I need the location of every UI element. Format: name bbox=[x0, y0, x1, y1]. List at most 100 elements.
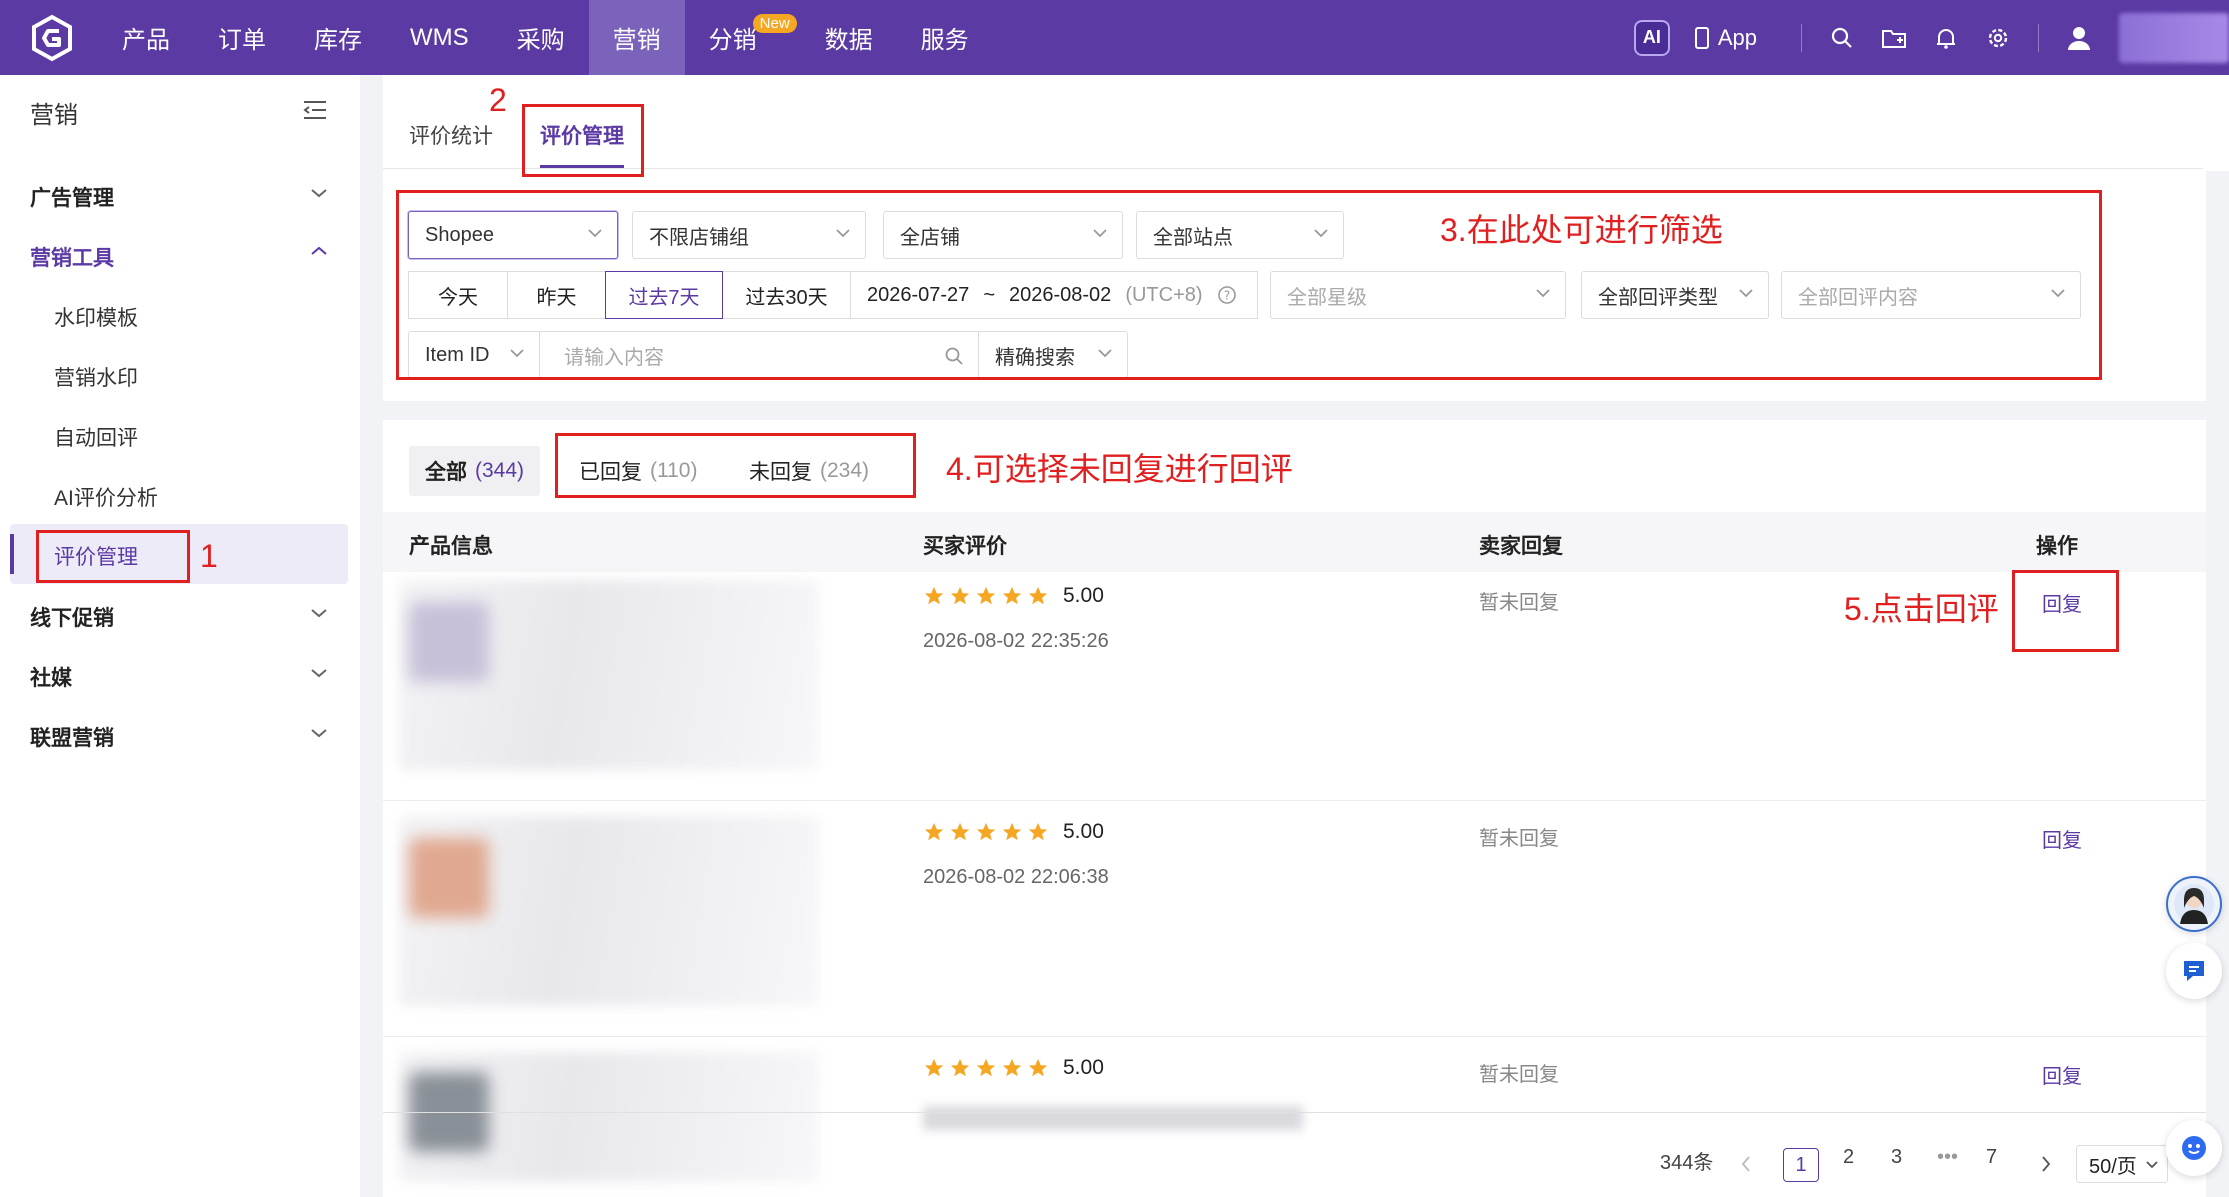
annotation-4: 4.可选择未回复进行回评 bbox=[946, 451, 1293, 487]
star-icon bbox=[924, 586, 944, 605]
nav-distribution[interactable]: 分销 New bbox=[685, 0, 801, 75]
date-last7-button[interactable]: 过去7天 bbox=[605, 271, 723, 319]
review-list-card: 全部 (344) 已回复 (110) 未回复 (234) 产品信息 买家评价 卖… bbox=[383, 420, 2206, 1197]
sidebar-item-watermark-template[interactable]: 水印模板 bbox=[54, 302, 138, 332]
sidebar: 营销 广告管理 营销工具 水印模板 营销水印 自动回评 AI评价分析 评价管理 … bbox=[0, 75, 360, 1197]
star-icon bbox=[924, 1058, 944, 1077]
chevron-down-icon[interactable] bbox=[310, 187, 328, 199]
annotation-box-2 bbox=[522, 104, 644, 177]
page-2[interactable]: 2 bbox=[1843, 1146, 1854, 1169]
nav-marketing[interactable]: 营销 bbox=[588, 0, 685, 75]
reply-button[interactable]: 回复 bbox=[2042, 1060, 2082, 1089]
annotation-2: 2 bbox=[489, 82, 507, 118]
seller-reply-status: 暂未回复 bbox=[1479, 828, 1559, 850]
pagination-total: 344条 bbox=[1660, 1152, 1714, 1174]
review-stars: 5.00 bbox=[923, 1056, 1104, 1080]
sidebar-group-ads[interactable]: 广告管理 bbox=[30, 182, 114, 212]
nav-product[interactable]: 产品 bbox=[98, 0, 194, 75]
seller-reply-status: 暂未回复 bbox=[1479, 1064, 1559, 1086]
star-icon bbox=[1002, 1058, 1022, 1077]
th-seller-reply: 卖家回复 bbox=[1479, 535, 1563, 558]
user-icon[interactable] bbox=[2065, 24, 2093, 52]
nav-inventory[interactable]: 库存 bbox=[290, 0, 386, 75]
chevron-right-icon[interactable] bbox=[2040, 1155, 2052, 1173]
page-tabs: 评价统计 评价管理 bbox=[383, 75, 2229, 171]
annotation-5: 5.点击回评 bbox=[1844, 591, 1999, 627]
product-thumbnail bbox=[409, 602, 489, 682]
reply-tab-all-label: 全部 bbox=[425, 461, 467, 484]
page-7[interactable]: 7 bbox=[1986, 1146, 1997, 1169]
star-icon bbox=[1028, 586, 1048, 605]
review-date: 2026-08-02 22:06:38 bbox=[923, 866, 1109, 888]
page-size-select[interactable]: 50/页 bbox=[2076, 1145, 2168, 1183]
page-3[interactable]: 3 bbox=[1891, 1146, 1902, 1169]
review-date: 2026-08-02 22:35:26 bbox=[923, 630, 1109, 652]
page-size-value: 50/页 bbox=[2089, 1155, 2137, 1178]
sidebar-group-tools[interactable]: 营销工具 bbox=[30, 242, 114, 272]
row-divider bbox=[383, 800, 2206, 801]
review-rating: 5.00 bbox=[1063, 820, 1104, 843]
reply-button[interactable]: 回复 bbox=[2042, 824, 2082, 853]
tab-review-stats[interactable]: 评价统计 bbox=[409, 120, 493, 150]
review-stars: 5.00 bbox=[923, 820, 1104, 844]
star-icon bbox=[1028, 1058, 1048, 1077]
row-divider bbox=[383, 1036, 2206, 1037]
star-icon bbox=[924, 822, 944, 841]
nav-service[interactable]: 服务 bbox=[897, 0, 993, 75]
nav-purchase[interactable]: 采购 bbox=[493, 0, 589, 75]
annotation-box-5 bbox=[2012, 570, 2119, 652]
sidebar-group-social[interactable]: 社媒 bbox=[30, 662, 72, 692]
star-icon bbox=[950, 822, 970, 841]
collapse-menu-icon[interactable] bbox=[302, 99, 328, 121]
sidebar-group-offline[interactable]: 线下促销 bbox=[30, 602, 114, 632]
user-name-blurred[interactable] bbox=[2119, 12, 2229, 63]
bot-icon bbox=[2182, 1136, 2206, 1160]
row-divider bbox=[383, 1112, 2206, 1113]
chevron-left-icon[interactable] bbox=[1740, 1155, 1752, 1173]
reply-tab-all[interactable]: 全部 (344) bbox=[409, 446, 541, 496]
nav-distribution-label: 分销 bbox=[708, 27, 757, 54]
ai-button[interactable]: AI bbox=[1633, 19, 1670, 56]
annotation-box-4 bbox=[555, 433, 916, 498]
page-ellipsis[interactable]: ••• bbox=[1937, 1146, 1958, 1169]
page-1[interactable]: 1 bbox=[1783, 1148, 1819, 1182]
agent-avatar-icon bbox=[2174, 884, 2214, 924]
main-nav: 产品 订单 库存 WMS 采购 营销 分销 New 数据 服务 bbox=[98, 0, 993, 75]
app-label: App bbox=[1717, 24, 1757, 50]
folder-icon[interactable] bbox=[1880, 24, 1908, 52]
divider bbox=[1801, 23, 1802, 52]
annotation-box-1 bbox=[36, 530, 190, 583]
tabs-divider bbox=[383, 168, 2203, 169]
chevron-down-icon[interactable] bbox=[310, 607, 328, 619]
divider bbox=[2038, 23, 2039, 52]
review-rating: 5.00 bbox=[1063, 584, 1104, 607]
chat-button[interactable] bbox=[2166, 943, 2222, 999]
chat-icon bbox=[2184, 961, 2204, 981]
topbar-actions: AI App bbox=[1633, 0, 2229, 75]
product-thumbnail bbox=[409, 838, 489, 918]
app-logo-icon[interactable] bbox=[28, 14, 76, 62]
sidebar-item-auto-reply[interactable]: 自动回评 bbox=[54, 422, 138, 452]
review-rating: 5.00 bbox=[1063, 1056, 1104, 1079]
assistant-bot-button[interactable] bbox=[2166, 1120, 2222, 1176]
nav-data[interactable]: 数据 bbox=[801, 0, 897, 75]
star-icon bbox=[976, 1058, 996, 1077]
sidebar-item-marketing-watermark[interactable]: 营销水印 bbox=[54, 362, 138, 392]
bell-icon[interactable] bbox=[1932, 24, 1960, 52]
sidebar-title: 营销 bbox=[30, 102, 78, 129]
chevron-down-icon[interactable] bbox=[310, 667, 328, 679]
star-icon bbox=[976, 822, 996, 841]
gear-icon[interactable] bbox=[1984, 24, 2012, 52]
sidebar-group-affiliate[interactable]: 联盟营销 bbox=[30, 722, 114, 752]
new-badge: New bbox=[752, 14, 797, 33]
star-icon bbox=[1002, 586, 1022, 605]
search-icon[interactable] bbox=[1828, 24, 1856, 52]
review-stars: 5.00 bbox=[923, 584, 1104, 608]
nav-wms[interactable]: WMS bbox=[386, 0, 493, 75]
nav-orders[interactable]: 订单 bbox=[194, 0, 290, 75]
chevron-up-icon[interactable] bbox=[310, 245, 328, 257]
support-avatar[interactable] bbox=[2166, 876, 2222, 932]
app-button[interactable]: App bbox=[1694, 25, 1757, 51]
sidebar-item-ai-review-analysis[interactable]: AI评价分析 bbox=[54, 482, 158, 512]
chevron-down-icon[interactable] bbox=[310, 727, 328, 739]
